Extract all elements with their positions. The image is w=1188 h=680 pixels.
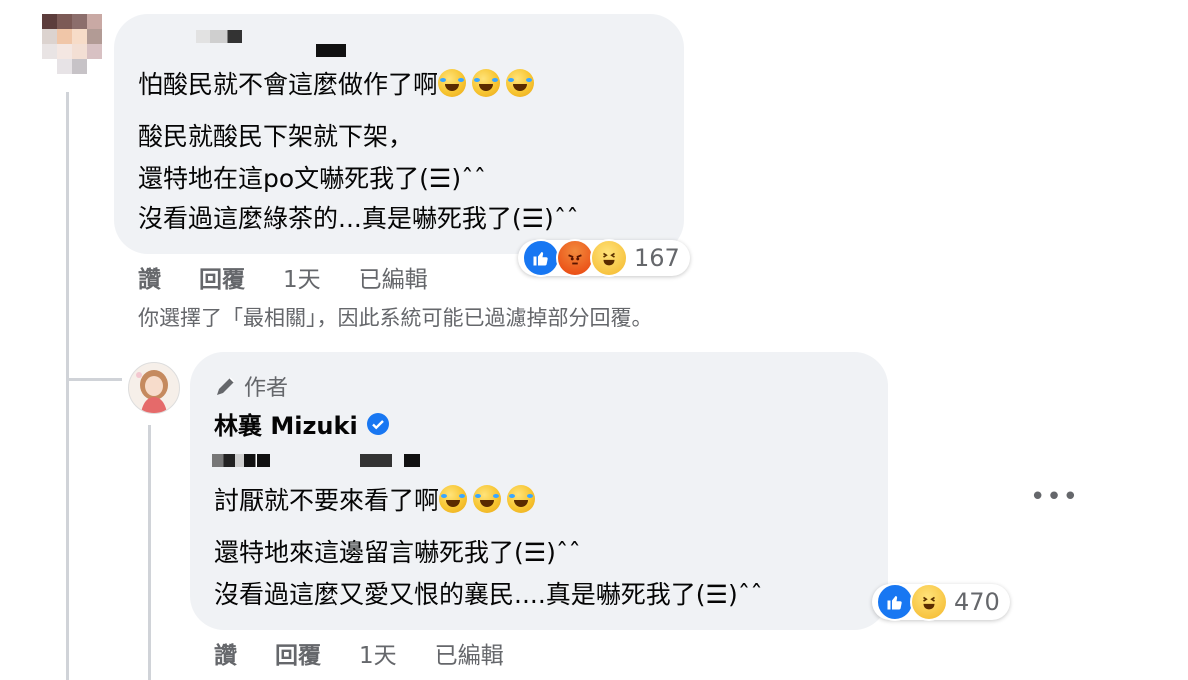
reply-line: 沒看過這麼又愛又恨的襄民....真是嚇死我了(☰)ˆˆ — [214, 580, 763, 609]
reply-button[interactable]: 回覆 — [199, 267, 245, 293]
edited-label[interactable]: 已編輯 — [435, 643, 504, 669]
timestamp-link[interactable]: 1天 — [283, 267, 321, 293]
thread-line-reply — [148, 425, 151, 680]
like-reaction-icon — [522, 239, 560, 277]
comment-actions: 讚 回覆 1天 已編輯 — [138, 260, 466, 294]
haha-reaction-icon — [910, 583, 948, 621]
tagged-name-redacted — [404, 454, 420, 467]
author-name-link[interactable]: 林襄 Mizuki — [214, 406, 358, 441]
author-avatar[interactable] — [128, 362, 180, 414]
comment-line: 酸民就酸民下架就下架， — [138, 122, 414, 151]
reaction-summary[interactable]: 167 — [518, 239, 690, 277]
reply-actions: 讚 回覆 1天 已編輯 — [214, 636, 542, 670]
filter-notice: 你選擇了「最相關」，因此系統可能已過濾掉部分回覆。 — [138, 306, 653, 330]
reply-line: 還特地來這邊留言嚇死我了(☰)ˆˆ — [214, 538, 581, 567]
reply-line: 討厭就不要來看了啊 — [214, 482, 541, 520]
like-button[interactable]: 讚 — [214, 643, 237, 669]
angry-reaction-icon — [556, 239, 594, 277]
comment-line: 沒看過這麼綠茶的...真是嚇死我了(☰)ˆˆ — [138, 204, 579, 233]
tagged-name-redacted — [212, 454, 270, 467]
reaction-count: 470 — [954, 588, 1000, 616]
rolling-laughing-emoji-icon — [438, 69, 467, 97]
more-options-icon[interactable]: ••• — [1030, 482, 1079, 512]
author-badge-label: 作者 — [244, 376, 289, 401]
haha-reaction-icon — [590, 239, 628, 277]
reaction-summary[interactable]: 470 — [872, 583, 1010, 621]
author-name-redacted — [316, 44, 346, 57]
like-reaction-icon — [876, 583, 914, 621]
pencil-icon — [217, 377, 235, 395]
reaction-count: 167 — [634, 244, 680, 272]
comment-line: 還特地在這po文嚇死我了(☰)ˆˆ — [138, 164, 487, 193]
like-button[interactable]: 讚 — [138, 267, 161, 293]
thread-line-branch — [66, 378, 122, 381]
commenter-avatar[interactable] — [36, 14, 106, 76]
comment-line: 怕酸民就不會這麼做作了啊 — [138, 66, 540, 104]
thread-line-vertical — [66, 92, 69, 680]
edited-label[interactable]: 已編輯 — [359, 267, 428, 293]
verified-badge-icon — [366, 412, 390, 436]
author-name-redacted — [196, 30, 242, 43]
rolling-laughing-emoji-icon — [473, 485, 502, 513]
rolling-laughing-emoji-icon — [507, 485, 536, 513]
rolling-laughing-emoji-icon — [506, 69, 535, 97]
rolling-laughing-emoji-icon — [472, 69, 501, 97]
tagged-name-redacted — [360, 454, 392, 467]
author-badge: 作者 — [214, 370, 288, 402]
timestamp-link[interactable]: 1天 — [359, 643, 397, 669]
reply-button[interactable]: 回覆 — [275, 643, 321, 669]
rolling-laughing-emoji-icon — [439, 485, 468, 513]
